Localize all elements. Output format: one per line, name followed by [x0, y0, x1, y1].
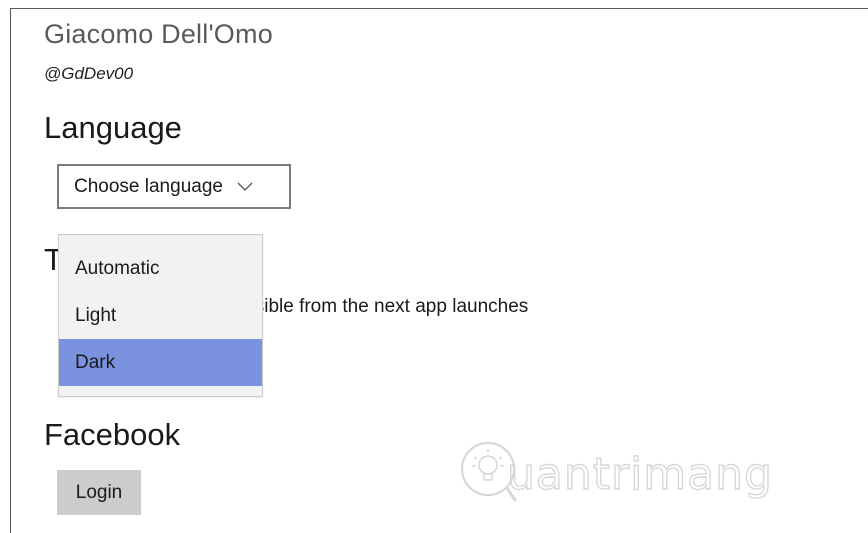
author-name: Giacomo Dell'Omo: [44, 19, 273, 49]
facebook-login-button[interactable]: Login: [57, 470, 141, 515]
language-heading: Language: [44, 110, 182, 145]
watermark-text: uantrimang: [506, 448, 773, 500]
theme-option-light[interactable]: Light: [59, 292, 262, 339]
author-handle[interactable]: @GdDev00: [44, 64, 133, 84]
language-select-label: Choose language: [74, 175, 223, 197]
language-select[interactable]: Choose language: [57, 164, 291, 209]
theme-dropdown-list: Automatic Light Dark: [58, 234, 263, 397]
theme-option-automatic[interactable]: Automatic: [59, 245, 262, 292]
chevron-down-icon: [237, 182, 253, 191]
watermark: uantrimang: [457, 434, 787, 514]
facebook-heading: Facebook: [44, 417, 181, 452]
theme-restart-note: visible from the next app launches: [241, 296, 529, 317]
theme-option-dark[interactable]: Dark: [59, 339, 262, 386]
settings-panel: Giacomo Dell'Omo @GdDev00 Language Choos…: [10, 8, 868, 533]
